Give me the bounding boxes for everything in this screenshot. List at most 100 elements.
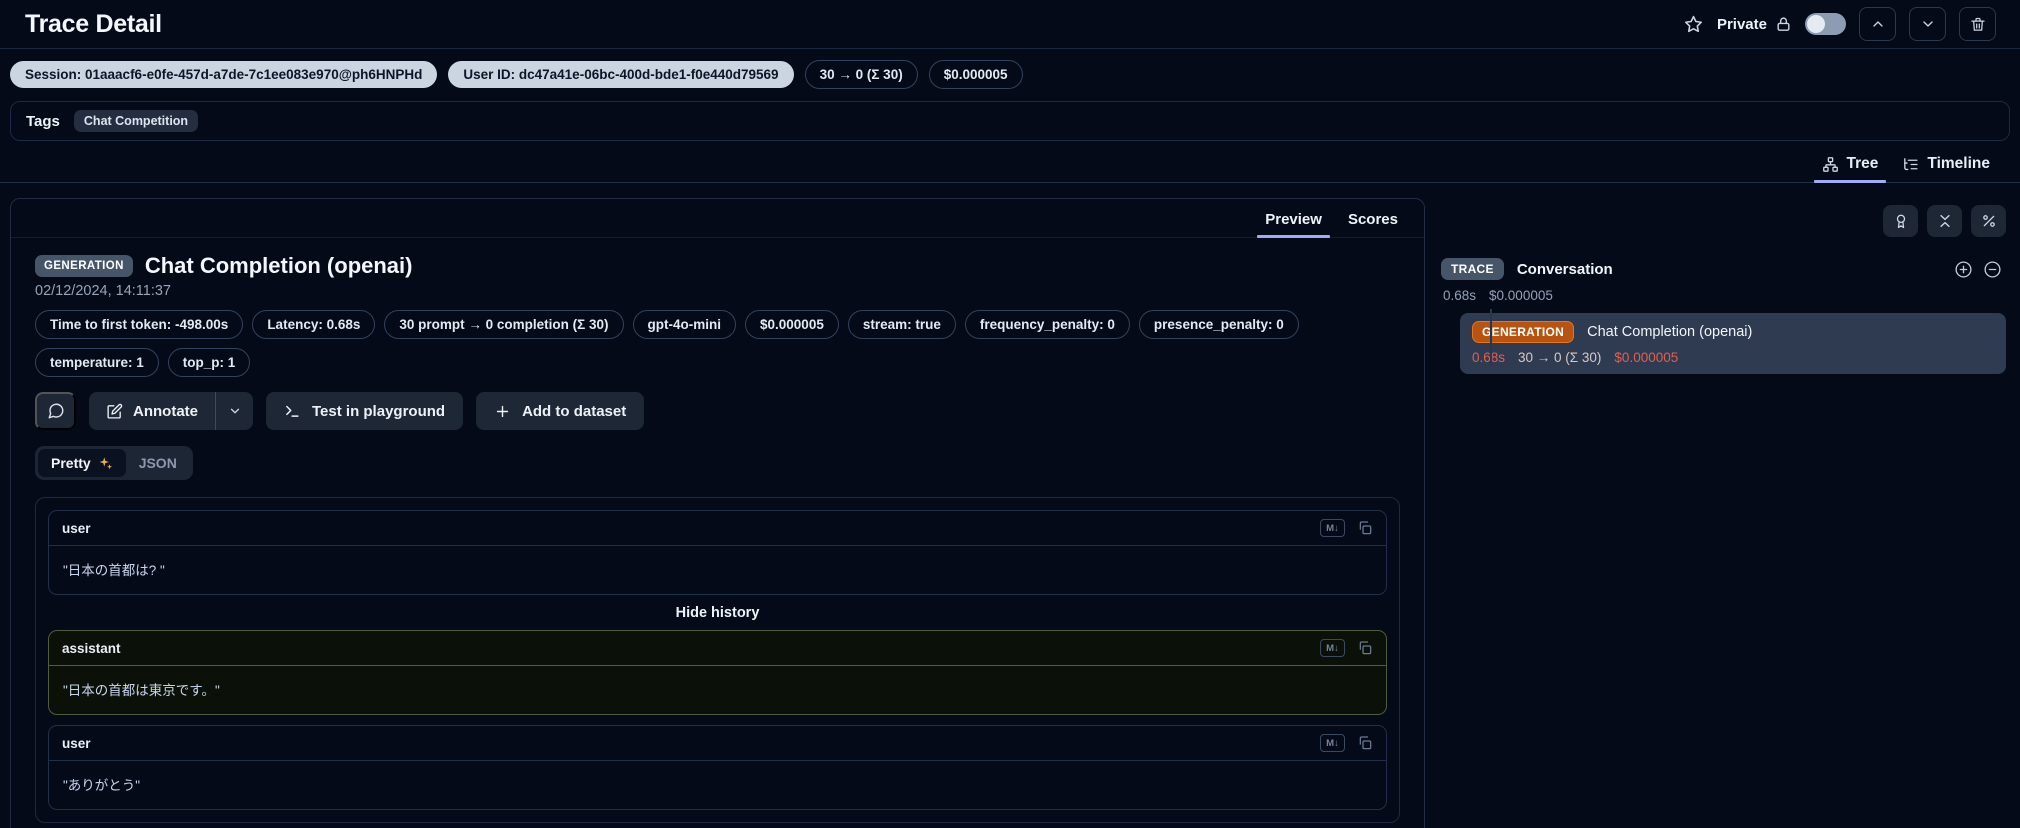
observation-timestamp: 02/12/2024, 14:11:37 [35,283,171,299]
annotate-button[interactable]: Annotate [89,392,215,430]
comment-button[interactable] [35,392,76,430]
tags-container: Tags Chat Competition [10,101,2010,141]
header-actions: Private [1683,7,1996,41]
bookmark-star-icon[interactable] [1683,14,1704,35]
tab-preview[interactable]: Preview [1253,205,1334,238]
prev-trace-button[interactable] [1859,7,1896,41]
message-card-assistant: assistant M↓ "日本の首都は東京です。" [48,630,1387,715]
session-badge[interactable]: Session: 01aaacf6-e0fe-457d-a7de-7c1ee08… [10,61,438,88]
frequency-penalty-badge: frequency_penalty: 0 [964,310,1130,339]
message-header: user M↓ [49,511,1386,546]
generation-metrics: 0.68s 30 → 0 (Σ 30) $0.000005 [1472,350,1994,365]
message-content: "日本の首都は東京です。" [63,683,220,698]
generation-node-selected[interactable]: GENERATION Chat Completion (openai) 0.68… [1460,313,2006,374]
format-json-button[interactable]: JSON [126,449,190,477]
io-preview: user M↓ "日本の首都は? " Hide history assistan… [35,497,1400,823]
privacy-label: Private [1716,15,1767,33]
trace-node[interactable]: TRACE Conversation [1441,258,2006,280]
timeline-icon [1902,156,1919,173]
generation-cost: $0.000005 [1614,350,1679,365]
annotate-dropdown-button[interactable] [216,392,253,430]
tree-controls [1441,205,2006,237]
plus-icon [496,405,509,417]
message-card-user-1: user M↓ "日本の首都は? " [48,510,1387,595]
message-header-icons: M↓ [1320,639,1373,657]
page-header: Trace Detail Private [0,0,2020,48]
message-header-icons: M↓ [1320,519,1373,537]
hide-history-button[interactable]: Hide history [48,595,1387,630]
privacy-toggle[interactable] [1805,13,1846,35]
pretty-label: Pretty [51,455,91,471]
message-content: "ありがとう" [63,778,141,793]
tree-indent-guide [1490,309,1492,366]
annotate-split-button: Annotate [89,392,253,430]
temperature-badge: temperature: 1 [35,348,159,377]
generation-type-badge: GENERATION [35,255,133,277]
tag-chip[interactable]: Chat Competition [73,110,199,132]
message-card-user-2: user M↓ "ありがとう" [48,725,1387,810]
message-role: user [62,735,91,751]
chevron-down-icon [1922,21,1933,27]
tab-timeline-label: Timeline [1927,155,1990,172]
message-role: user [62,520,91,536]
trace-cost: $0.000005 [1489,288,1553,303]
fold-vertical-icon [1939,215,1950,227]
observation-title: Chat Completion (openai) [144,253,413,278]
award-icon [1896,214,1905,228]
trace-metrics: 0.68s $0.000005 [1441,288,2006,303]
message-header: user M↓ [49,726,1386,761]
trace-children: GENERATION Chat Completion (openai) 0.68… [1441,309,2006,374]
toggle-metrics-button[interactable] [1971,205,2006,237]
tab-timeline[interactable]: Timeline [1892,149,2000,182]
model-badge[interactable]: gpt-4o-mini [632,310,737,339]
view-tabs: Tree Timeline [0,149,2020,183]
next-trace-button[interactable] [1909,7,1946,41]
privacy-indicator: Private [1717,16,1792,33]
observation-actions: Annotate Test in playground Add to datas… [35,392,1400,430]
observation-body: GENERATION Chat Completion (openai) 02/1… [11,238,1424,823]
tree-icon [1822,156,1839,173]
top-p-badge: top_p: 1 [167,348,251,377]
presence-penalty-badge: presence_penalty: 0 [1138,310,1299,339]
minus-circle-icon[interactable] [1983,260,2002,279]
user-id-badge[interactable]: User ID: dc47a41e-06bc-400d-bde1-f0e440d… [448,61,794,88]
trace-meta-row: Session: 01aaacf6-e0fe-457d-a7de-7c1ee08… [0,49,2020,100]
trace-name: Conversation [1516,260,1613,278]
lock-icon [1775,16,1792,33]
plus-circle-icon[interactable] [1954,260,1973,279]
main-content: Preview Scores GENERATION Chat Completio… [0,198,2020,828]
add-to-dataset-button[interactable]: Add to dataset [476,392,645,430]
copy-icon[interactable] [1357,640,1373,656]
format-toggle: Pretty JSON [35,446,193,480]
observation-panel: Preview Scores GENERATION Chat Completio… [10,198,1425,828]
format-pretty-button[interactable]: Pretty [38,449,126,477]
trace-tree-sidebar: TRACE Conversation 0.68s $0.000005 GENER… [1425,198,2012,374]
add-to-dataset-label: Add to dataset [522,402,627,420]
tab-tree[interactable]: Tree [1812,149,1889,183]
test-in-playground-button[interactable]: Test in playground [266,392,464,430]
page-title: Trace Detail [25,9,162,38]
tab-scores[interactable]: Scores [1336,205,1410,237]
markdown-toggle-icon[interactable]: M↓ [1320,734,1345,752]
message-content: "日本の首都は? " [63,563,165,578]
trash-icon [1970,17,1985,31]
markdown-toggle-icon[interactable]: M↓ [1320,639,1345,657]
chevron-down-icon [230,408,239,414]
annotate-label: Annotate [133,402,198,420]
observation-tabs: Preview Scores [11,199,1424,238]
prompt-completion-badge: 30 prompt → 0 completion (Σ 30) [384,310,624,339]
delete-trace-button[interactable] [1959,7,1996,41]
toggle-knob [1807,15,1825,33]
latency-badge: Latency: 0.68s [252,310,376,339]
json-label: JSON [138,455,177,471]
collapse-all-button[interactable] [1927,205,1962,237]
markdown-toggle-icon[interactable]: M↓ [1320,519,1345,537]
show-scores-button[interactable] [1883,205,1918,237]
trace-latency: 0.68s [1443,288,1477,303]
edit-pen-icon [107,403,123,419]
generation-type-badge: GENERATION [1472,321,1575,343]
generation-latency: 0.68s [1472,350,1506,365]
stream-badge: stream: true [847,310,956,339]
copy-icon[interactable] [1357,735,1373,751]
copy-icon[interactable] [1357,520,1373,536]
